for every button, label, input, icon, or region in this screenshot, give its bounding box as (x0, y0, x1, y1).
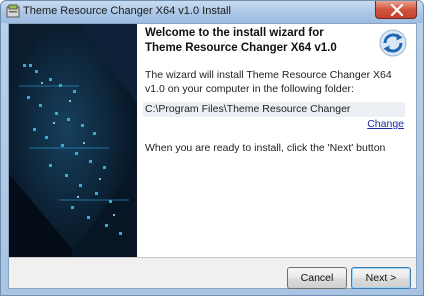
window-title: Theme Resource Changer X64 v1.0 Install (23, 5, 231, 17)
side-banner-image (9, 24, 137, 257)
next-instruction-text: When you are ready to install, click the… (145, 142, 386, 154)
change-folder-link[interactable]: Change (367, 118, 404, 130)
content-panel: Welcome to the install wizard for Theme … (137, 24, 416, 257)
title-bar[interactable]: Theme Resource Changer X64 v1.0 Install (1, 1, 423, 23)
button-divider (9, 257, 416, 258)
wizard-body: Welcome to the install wizard for Theme … (8, 23, 417, 289)
install-description: The wizard will install Theme Resource C… (145, 69, 392, 95)
installer-window: Theme Resource Changer X64 v1.0 Install (0, 0, 424, 296)
refresh-logo-icon (378, 28, 408, 58)
cancel-button[interactable]: Cancel (287, 267, 347, 289)
close-button[interactable] (375, 1, 417, 19)
next-button[interactable]: Next > (351, 267, 411, 289)
install-path-field: C:\Program Files\Theme Resource Changer (143, 102, 405, 117)
page-title: Welcome to the install wizard for Theme … (145, 27, 337, 54)
installer-icon (6, 4, 20, 18)
close-icon (390, 4, 404, 16)
